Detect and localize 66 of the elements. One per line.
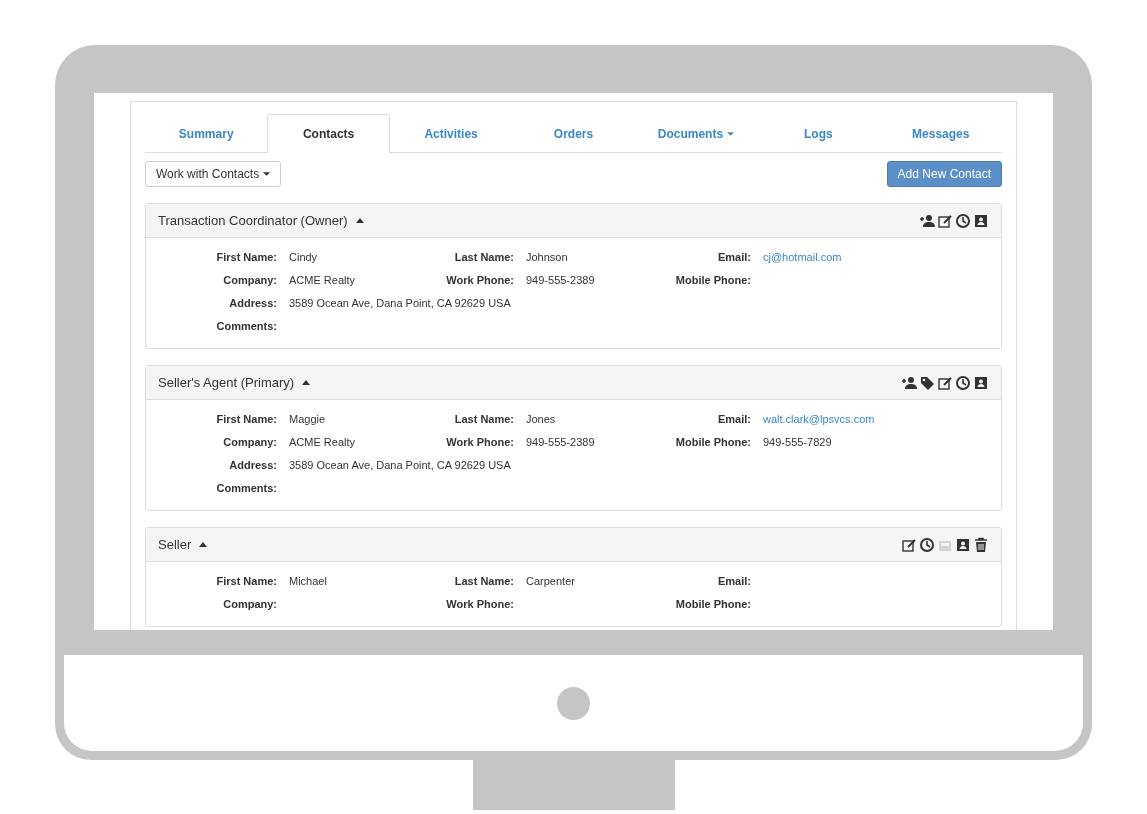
tab[interactable]: Contacts xyxy=(267,114,390,153)
add-person-icon[interactable] xyxy=(901,374,917,391)
contact-card-icon[interactable] xyxy=(973,212,989,229)
field-value: Carpenter xyxy=(526,575,575,587)
field-label: Last Name: xyxy=(453,574,514,589)
field-label: Mobile Phone: xyxy=(674,597,751,612)
collapse-caret-icon[interactable] xyxy=(302,380,311,385)
contact-card-icon[interactable] xyxy=(973,374,989,391)
edit-icon[interactable] xyxy=(937,212,953,229)
collapse-caret-icon[interactable] xyxy=(355,218,364,223)
field-value: Maggie xyxy=(289,413,326,425)
field-label: Last Name: xyxy=(453,250,514,265)
field-value: 3589 Ocean Ave, Dana Point, CA 92629 USA xyxy=(289,459,511,471)
field-label: Comments: xyxy=(215,481,277,496)
field-value: Cindy xyxy=(289,251,318,263)
field-label: Email: xyxy=(717,574,751,589)
field-value: Jones xyxy=(526,413,556,425)
work-with-contacts-button[interactable]: Work with Contacts xyxy=(145,161,282,187)
field-label: First Name: xyxy=(215,412,277,427)
email-link[interactable]: cj@hotmail.com xyxy=(763,251,842,263)
field-value: 949-555-2389 xyxy=(526,274,595,286)
field-value: Michael xyxy=(289,575,327,587)
field-label: Company: xyxy=(222,597,277,612)
add-person-icon[interactable] xyxy=(919,212,935,229)
field-label: Address: xyxy=(228,296,277,311)
edit-icon[interactable] xyxy=(901,536,917,553)
field-label: Company: xyxy=(222,435,277,450)
field-value: 949-555-2389 xyxy=(526,436,595,448)
add-contact-button[interactable]: Add New Contact xyxy=(886,161,1002,187)
tab[interactable]: Documents xyxy=(634,114,758,153)
field-value: Johnson xyxy=(526,251,568,263)
field-label: Comments: xyxy=(215,319,277,334)
field-label: Mobile Phone: xyxy=(674,273,751,288)
contact-card-icon[interactable] xyxy=(955,536,971,553)
field-value: 949-555-7829 xyxy=(763,436,832,448)
field-value: 3589 Ocean Ave, Dana Point, CA 92629 USA xyxy=(289,297,511,309)
field-label: First Name: xyxy=(215,250,277,265)
field-label: Work Phone: xyxy=(445,597,514,612)
field-label: Company: xyxy=(222,273,277,288)
field-value: ACME Realty xyxy=(289,274,356,286)
field-label: Address: xyxy=(228,458,277,473)
field-label: Work Phone: xyxy=(445,273,514,288)
tab[interactable]: Orders xyxy=(512,114,635,153)
field-label: Mobile Phone: xyxy=(674,435,751,450)
edit-icon[interactable] xyxy=(937,374,953,391)
field-label: Email: xyxy=(717,250,751,265)
tab[interactable]: Summary xyxy=(145,114,268,153)
panel-title: Transaction Coordinator (Owner) xyxy=(158,213,348,228)
field-label: Email: xyxy=(717,412,751,427)
field-label: Work Phone: xyxy=(445,435,514,450)
field-label: First Name: xyxy=(215,574,277,589)
caret-icon xyxy=(263,172,271,176)
clock-icon[interactable] xyxy=(919,536,935,553)
tag-icon[interactable] xyxy=(919,374,935,391)
clock-icon[interactable] xyxy=(955,212,971,229)
trash-icon[interactable] xyxy=(973,536,989,553)
tab[interactable]: Activities xyxy=(389,114,513,153)
panel-title: Seller's Agent (Primary) xyxy=(158,375,295,390)
field-label: Last Name: xyxy=(453,412,514,427)
tab[interactable]: Messages xyxy=(879,114,1002,153)
email-link[interactable]: walt.clark@lpsvcs.com xyxy=(763,413,875,425)
clock-icon[interactable] xyxy=(955,374,971,391)
collapse-caret-icon[interactable] xyxy=(199,542,208,547)
field-value: ACME Realty xyxy=(289,436,356,448)
panel-title: Seller xyxy=(158,537,192,552)
tab[interactable]: Logs xyxy=(757,114,880,153)
